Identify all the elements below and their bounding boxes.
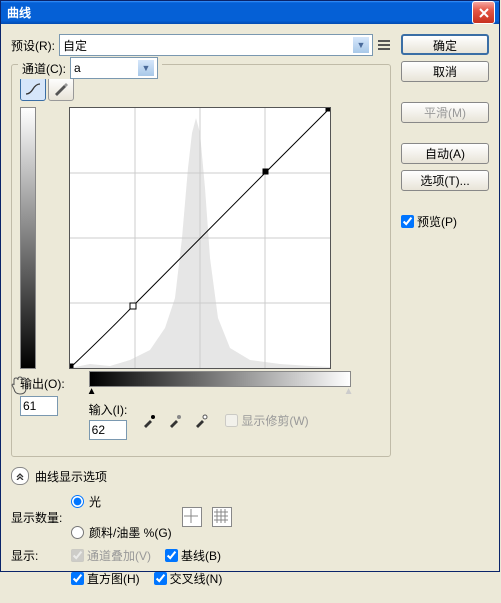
channel-combo[interactable]: a ▼ [70,57,158,79]
cancel-button[interactable]: 取消 [401,61,489,82]
input-gradient[interactable]: ▲ ▲ [89,371,351,387]
grid-coarse-button[interactable] [182,507,202,527]
channel-label: 通道(C): [22,60,66,77]
chevron-down-icon: ▼ [138,60,154,76]
hand-tool-icon[interactable] [8,375,30,400]
amount-label: 显示数量: [11,509,67,526]
output-gradient [20,107,36,369]
gray-eyedropper-icon[interactable] [165,411,185,431]
dialog-title: 曲线 [5,4,472,21]
preview-checkbox[interactable]: 预览(P) [401,213,489,230]
preset-combo[interactable]: 自定 ▼ [59,34,373,56]
expand-label: 曲线显示选项 [35,468,107,485]
ok-button[interactable]: 确定 [401,34,489,55]
options-button[interactable]: 选项(T)... [401,170,489,191]
pencil-tool-button[interactable] [48,77,74,101]
chevron-down-icon: ▼ [353,37,369,53]
preset-value: 自定 [63,37,87,54]
overlay-checkbox: 通道叠加(V) [71,547,151,564]
input-input[interactable] [89,420,127,440]
black-eyedropper-icon[interactable] [139,411,159,431]
auto-button[interactable]: 自动(A) [401,143,489,164]
close-button[interactable] [472,1,495,24]
preset-menu-icon[interactable] [377,38,391,52]
white-eyedropper-icon[interactable] [191,411,211,431]
input-label: 输入(I): [89,401,128,418]
expand-options-button[interactable] [11,467,29,485]
ink-radio[interactable]: 颜料/油墨 %(G) [71,524,172,541]
white-slider[interactable]: ▲ [344,386,354,397]
show-label: 显示: [11,547,67,564]
titlebar: 曲线 [1,1,499,24]
curve-canvas[interactable] [69,107,331,369]
preset-label: 预设(R): [11,37,55,54]
baseline-checkbox[interactable]: 基线(B) [165,547,221,564]
smooth-button: 平滑(M) [401,102,489,123]
curve-tool-button[interactable] [20,77,46,101]
grid-fine-button[interactable] [212,507,232,527]
curve-fieldset: 通道(C): a ▼ [11,64,391,457]
light-radio[interactable]: 光 [71,493,172,510]
channel-value: a [74,61,81,75]
black-slider[interactable]: ▲ [87,386,97,397]
show-clip-checkbox: 显示修剪(W) [225,412,308,429]
